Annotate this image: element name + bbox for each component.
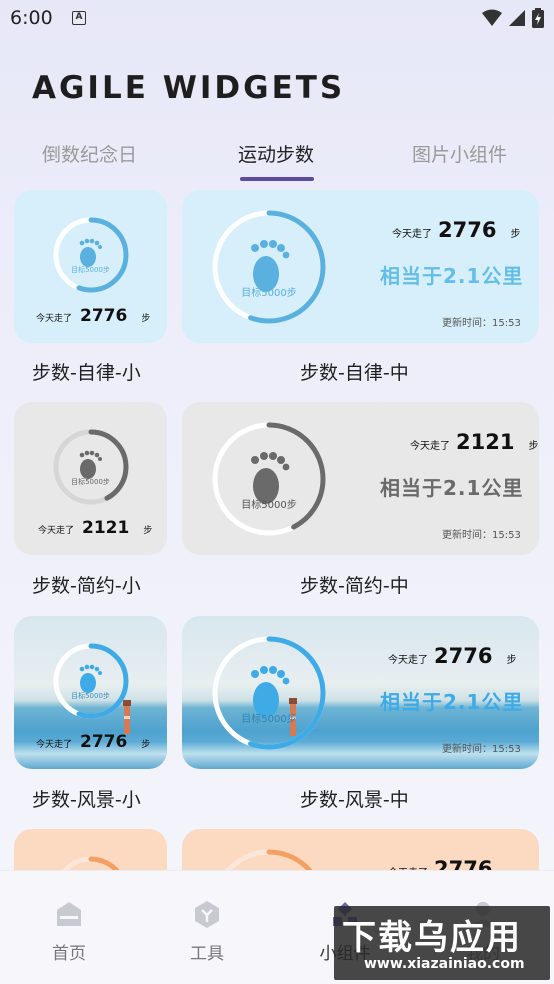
widget-label: 步数-风景-小: [32, 789, 141, 811]
steps-unit: 步: [510, 229, 521, 240]
footprint-icon: [79, 238, 102, 267]
progress-ring: [212, 636, 326, 750]
home-icon: [57, 902, 81, 926]
widget-scene-medium[interactable]: 目标5000步 今天走了 2776 步 相当于2.1公里 更新时间：15:53: [182, 616, 539, 769]
widget-label: 步数-简约-中: [300, 575, 409, 597]
steps-unit: 步: [528, 441, 539, 452]
tools-icon: [195, 901, 219, 928]
distance-equivalent: 相当于2.1公里: [380, 476, 524, 500]
nav-tools[interactable]: 工具: [172, 899, 242, 964]
steps-unit: 步: [141, 314, 151, 324]
notification-icon: A: [72, 11, 86, 25]
progress-ring: [212, 210, 326, 324]
update-time: 更新时间：15:53: [442, 530, 521, 541]
widget-simple-small[interactable]: 目标5000步 今天走了 2121 步: [14, 402, 167, 555]
widget-simple-medium[interactable]: 目标5000步 今天走了 2121 步 相当于2.1公里 更新时间：15:53: [182, 402, 539, 555]
goal-label: 目标5000步: [71, 478, 110, 486]
goal-label: 目标5000步: [241, 288, 297, 299]
distance-equivalent: 相当于2.1公里: [380, 690, 524, 714]
progress-ring: [212, 422, 326, 536]
battery-icon: [532, 8, 544, 28]
steps-value: 2121: [456, 430, 515, 454]
steps-unit: 步: [141, 740, 151, 750]
today-prefix: 今天走了: [36, 314, 73, 324]
progress-ring: [53, 643, 129, 719]
steps-value: 2776: [80, 306, 128, 326]
watermark-url: www.xiazainiao.com: [364, 956, 525, 972]
widget-label: 步数-简约-小: [32, 575, 141, 597]
status-time: 6:00: [10, 7, 53, 29]
widget-scene-small[interactable]: 目标5000步 今天走了 2776 步: [14, 616, 167, 769]
widget-self-small[interactable]: 目标5000步 今天走了 2776 步: [14, 190, 167, 343]
steps-readout: 今天走了 2121 步: [410, 430, 538, 454]
watermark-title: 下载乌应用: [342, 918, 522, 958]
steps-readout: 今天走了 2776 步: [392, 218, 520, 242]
steps-value: 2776: [80, 732, 128, 752]
widget-label: 步数-自律-小: [32, 362, 141, 384]
tab-photo-widget[interactable]: 图片小组件: [412, 140, 507, 167]
goal-label: 目标5000步: [241, 714, 297, 725]
tab-countdown[interactable]: 倒数纪念日: [42, 140, 137, 167]
widget-self-medium[interactable]: 目标5000步 今天走了 2776 步 相当于2.1公里 更新时间：15:53: [182, 190, 539, 343]
steps-unit: 步: [143, 526, 153, 536]
goal-label: 目标5000步: [241, 500, 297, 511]
today-prefix: 今天走了: [38, 526, 75, 536]
tab-bar: 倒数纪念日 运动步数 图片小组件: [0, 140, 554, 184]
tab-steps[interactable]: 运动步数: [238, 140, 314, 167]
nav-label: 首页: [52, 944, 86, 964]
widget-label: 步数-自律-中: [300, 362, 409, 384]
update-time: 更新时间：15:53: [442, 318, 521, 329]
progress-ring: [53, 217, 129, 293]
wifi-icon: [482, 9, 502, 26]
today-prefix: 今天走了: [388, 655, 428, 666]
today-prefix: 今天走了: [36, 740, 73, 750]
steps-unit: 步: [506, 655, 517, 666]
steps-value: 2776: [434, 644, 493, 668]
signal-icon: [509, 10, 525, 26]
watermark: 下载乌应用 www.xiazainiao.com: [334, 906, 550, 980]
steps-value: 2121: [82, 518, 130, 538]
update-time: 更新时间：15:53: [442, 744, 521, 755]
progress-ring: [53, 429, 129, 505]
steps-readout: 今天走了 2121 步: [38, 518, 152, 538]
steps-readout: 今天走了 2776 步: [36, 306, 150, 326]
steps-readout: 今天走了 2776 步: [388, 644, 516, 668]
steps-value: 2776: [438, 218, 497, 242]
steps-readout: 今天走了 2776 步: [36, 732, 150, 752]
today-prefix: 今天走了: [392, 229, 432, 240]
tab-active-indicator: [240, 177, 314, 181]
footprint-icon: [79, 450, 102, 479]
distance-equivalent: 相当于2.1公里: [380, 264, 524, 288]
nav-home[interactable]: 首页: [34, 899, 104, 964]
app-title: AGILE WIDGETS: [32, 70, 346, 106]
today-prefix: 今天走了: [410, 441, 450, 452]
footprint-icon: [79, 664, 102, 693]
goal-label: 目标5000步: [71, 692, 110, 700]
widget-label: 步数-风景-中: [300, 789, 409, 811]
nav-label: 工具: [190, 944, 224, 964]
goal-label: 目标5000步: [71, 266, 110, 274]
status-bar: 6:00 A: [0, 0, 554, 36]
status-icons: [482, 8, 544, 28]
